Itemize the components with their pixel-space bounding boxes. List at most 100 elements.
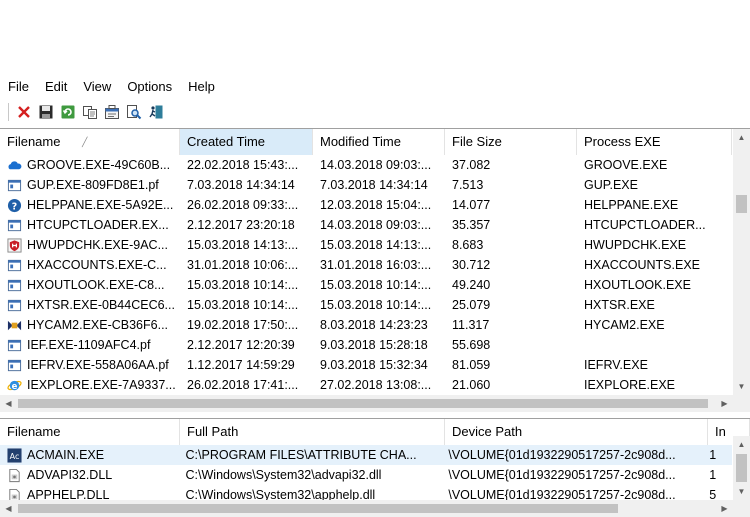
- table-row[interactable]: IEF.EXE-1109AFC4.pf 2.12.2017 12:20:39 9.0…: [0, 335, 732, 355]
- column-header-modified-time[interactable]: Modified Time: [313, 129, 445, 155]
- cell-filename: GROOVE.EXE-49C60B...: [0, 158, 180, 173]
- copy-button[interactable]: [79, 101, 101, 123]
- application-icon: [7, 358, 22, 373]
- column-header-created-time[interactable]: Created Time: [180, 129, 313, 155]
- table-row[interactable]: HXOUTLOOK.EXE-C8... 15.03.2018 10:14:... 1…: [0, 275, 732, 295]
- cell-file-size: 30.712: [452, 258, 491, 272]
- scroll-right-icon[interactable]: ▶: [716, 395, 733, 412]
- menu-edit[interactable]: Edit: [37, 77, 75, 97]
- filename-text: HXTSR.EXE-0B44CEC6...: [27, 298, 175, 312]
- cell-filename: e IEXPLORE.EXE-7A9337...: [0, 378, 180, 393]
- cell-filename: HXACCOUNTS.EXE-C...: [0, 258, 180, 273]
- cell-process-exe: HXOUTLOOK.EXE: [584, 278, 691, 292]
- scroll-left-icon[interactable]: ◀: [0, 395, 17, 412]
- application-icon: [7, 178, 22, 193]
- find-icon: [127, 105, 142, 120]
- cell-modified-time: 14.03.2018 09:03:...: [320, 158, 432, 172]
- table-row[interactable]: HWUPDCHK.EXE-9AC... 15.03.2018 14:13:... 1…: [0, 235, 732, 255]
- application-icon: [7, 338, 22, 353]
- exit-button[interactable]: [145, 101, 167, 123]
- scroll-down-icon[interactable]: ▼: [733, 483, 750, 500]
- filename-text: ACMAIN.EXE: [27, 448, 105, 462]
- cell-created-time: 15.03.2018 10:14:...: [187, 298, 299, 312]
- table-row[interactable]: ADVAPI32.DLL C:\Windows\System32\advapi32…: [0, 465, 732, 485]
- scroll-up-icon[interactable]: ▲: [733, 436, 750, 453]
- application-icon: [7, 258, 22, 273]
- cell-process-exe: HXTSR.EXE: [584, 298, 655, 312]
- horizontal-scrollbar[interactable]: ◀ ▶: [0, 500, 733, 517]
- prefetch-files-table: Filename ╱ Created Time Modified Time Fi…: [0, 128, 750, 412]
- cell-modified-time: 9.03.2018 15:32:34: [320, 358, 428, 372]
- refresh-button[interactable]: [57, 101, 79, 123]
- cell-process-exe: HWUPDCHK.EXE: [584, 238, 687, 252]
- scrollbar-thumb[interactable]: [18, 504, 618, 513]
- onedrive-icon: [7, 158, 22, 173]
- scrollbar-thumb[interactable]: [736, 454, 747, 482]
- menu-view[interactable]: View: [75, 77, 119, 97]
- table-row[interactable]: e IEXPLORE.EXE-7A9337... 26.02.2018 17:41:…: [0, 375, 732, 395]
- menu-file[interactable]: File: [0, 77, 37, 97]
- column-header-full-path[interactable]: Full Path: [180, 419, 445, 445]
- cell-filename: ? HELPPANE.EXE-5A92E...: [0, 198, 180, 213]
- filename-text: HXOUTLOOK.EXE-C8...: [27, 278, 165, 292]
- column-header-process-exe[interactable]: Process EXE: [577, 129, 732, 155]
- delete-button[interactable]: [13, 101, 35, 123]
- filename-text: GUP.EXE-809FD8E1.pf: [27, 178, 159, 192]
- attribute-changer-icon: Ac: [7, 447, 22, 463]
- cell-filename: HYCAM2.EXE-CB36F6...: [0, 318, 180, 333]
- table-row[interactable]: Ac ACMAIN.EXE C:\PROGRAM FILES\ATTRIBUTE C…: [0, 445, 732, 465]
- cell-created-time: 2.12.2017 23:20:18: [187, 218, 295, 232]
- cell-created-time: 19.02.2018 17:50:...: [187, 318, 299, 332]
- column-header-filename[interactable]: Filename ╱: [0, 129, 180, 155]
- table-body: GROOVE.EXE-49C60B... 22.02.2018 15:43:...…: [0, 155, 732, 395]
- save-button[interactable]: [35, 101, 57, 123]
- properties-button[interactable]: [101, 101, 123, 123]
- cell-created-time: 22.02.2018 15:43:...: [187, 158, 299, 172]
- table-row[interactable]: HXTSR.EXE-0B44CEC6... 15.03.2018 10:14:..…: [0, 295, 732, 315]
- column-header-file-size[interactable]: File Size: [445, 129, 577, 155]
- horizontal-scrollbar[interactable]: ◀ ▶: [0, 395, 733, 412]
- scroll-down-icon[interactable]: ▼: [733, 378, 750, 395]
- scrollbar-thumb[interactable]: [18, 399, 708, 408]
- filename-text: GROOVE.EXE-49C60B...: [27, 158, 171, 172]
- cell-filename: HXTSR.EXE-0B44CEC6...: [0, 298, 180, 313]
- menu-help[interactable]: Help: [180, 77, 223, 97]
- cell-filename: Ac ACMAIN.EXE: [0, 447, 179, 463]
- table-row[interactable]: HYCAM2.EXE-CB36F6... 19.02.2018 17:50:...…: [0, 315, 732, 335]
- table-row[interactable]: HXACCOUNTS.EXE-C... 31.01.2018 10:06:... 3…: [0, 255, 732, 275]
- scrollbar-thumb[interactable]: [736, 195, 747, 213]
- svg-text:e: e: [12, 380, 18, 390]
- filename-text: IEXPLORE.EXE-7A9337...: [27, 378, 176, 392]
- cell-device-path: \VOLUME{01d1932290517257-2c908d...: [448, 448, 676, 462]
- table-row[interactable]: HTCUPCTLOADER.EX... 2.12.2017 23:20:18 14.…: [0, 215, 732, 235]
- table-row[interactable]: GUP.EXE-809FD8E1.pf 7.03.2018 14:34:14 7.0…: [0, 175, 732, 195]
- table-row[interactable]: ? HELPPANE.EXE-5A92E... 26.02.2018 09:33:.…: [0, 195, 732, 215]
- vertical-scrollbar[interactable]: ▲ ▼: [733, 129, 750, 395]
- cell-process-exe: HTCUPCTLOADER...: [584, 218, 706, 232]
- table-row[interactable]: GROOVE.EXE-49C60B... 22.02.2018 15:43:...…: [0, 155, 732, 175]
- column-header-filename[interactable]: Filename: [0, 419, 180, 445]
- vertical-scrollbar[interactable]: ▲ ▼: [733, 436, 750, 500]
- toolbar-separator: [8, 103, 9, 121]
- filename-text: HELPPANE.EXE-5A92E...: [27, 198, 174, 212]
- find-button[interactable]: [123, 101, 145, 123]
- scroll-right-icon[interactable]: ▶: [716, 500, 733, 517]
- filename-text: HWUPDCHK.EXE-9AC...: [27, 238, 168, 252]
- application-icon: [7, 298, 22, 313]
- cell-process-exe: IEXPLORE.EXE: [584, 378, 676, 392]
- cell-created-time: 1.12.2017 14:59:29: [187, 358, 295, 372]
- column-header-device-path[interactable]: Device Path: [445, 419, 708, 445]
- exit-icon: [149, 105, 163, 119]
- cell-modified-time: 12.03.2018 15:04:...: [320, 198, 432, 212]
- cell-file-size: 7.513: [452, 178, 484, 192]
- cell-process-exe: GUP.EXE: [584, 178, 638, 192]
- refresh-icon: [61, 105, 75, 119]
- shield-icon: [7, 237, 22, 253]
- scroll-up-icon[interactable]: ▲: [733, 129, 750, 146]
- menu-options[interactable]: Options: [119, 77, 180, 97]
- scroll-left-icon[interactable]: ◀: [0, 500, 17, 517]
- table-row[interactable]: IEFRV.EXE-558A06AA.pf 1.12.2017 14:59:29 9…: [0, 355, 732, 375]
- internet-explorer-icon: e: [7, 378, 22, 393]
- cell-device-path: \VOLUME{01d1932290517257-2c908d...: [448, 468, 676, 482]
- cell-index: 1: [709, 448, 717, 462]
